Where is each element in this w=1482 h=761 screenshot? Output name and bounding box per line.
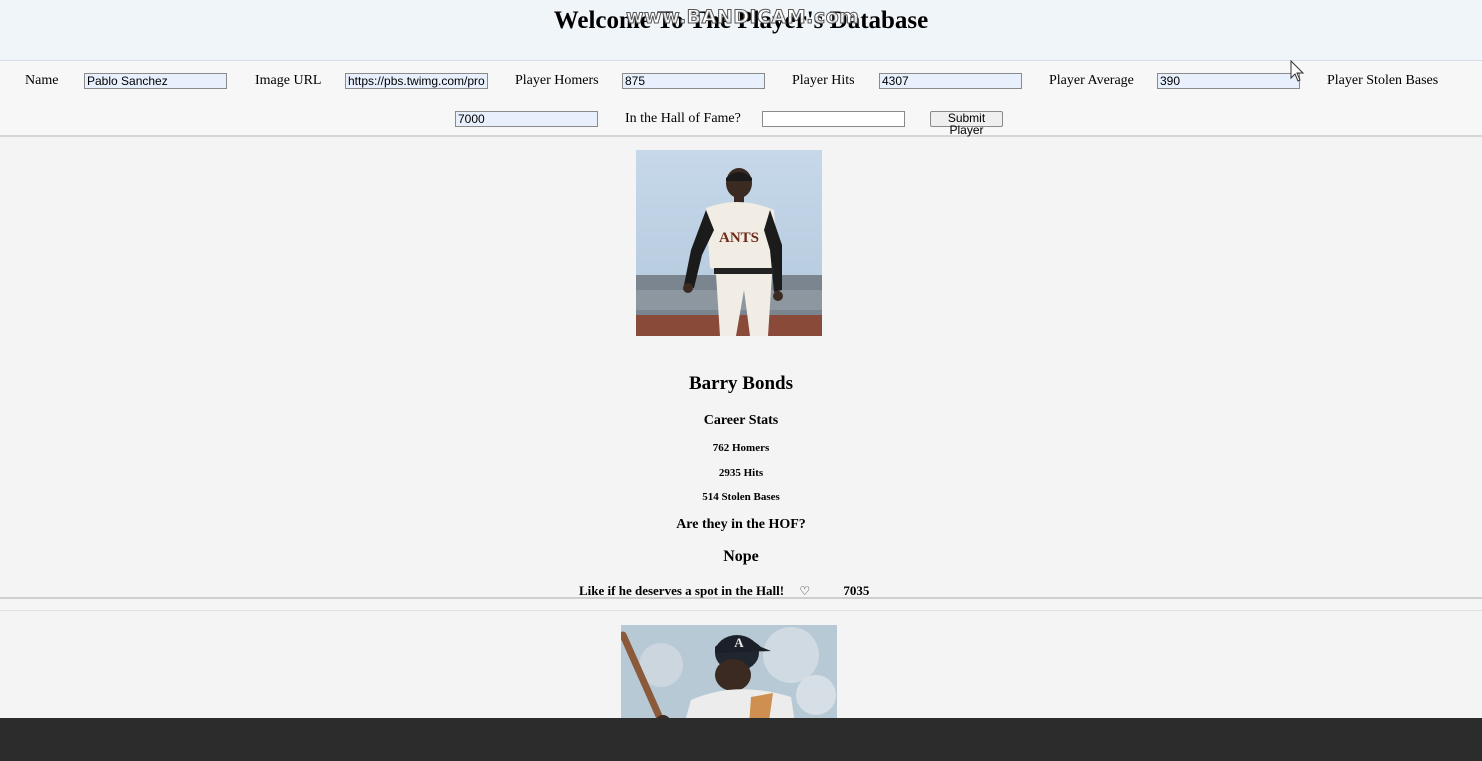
hof-label: In the Hall of Fame? [625,111,741,126]
name-input[interactable] [84,73,227,89]
mouse-cursor-icon [1290,60,1305,82]
svg-text:ANTS: ANTS [719,230,759,246]
average-input[interactable] [1157,73,1300,89]
homers-stat: 762 Homers [712,442,770,454]
player-card: ANTS Barry Bonds Career Stats 762 Homers… [0,137,1482,599]
player-name: Barry Bonds [689,373,793,394]
hof-input[interactable] [762,111,905,127]
page-header: Welcome To The Player's Database www.BAN… [0,0,1482,61]
submit-player-button[interactable]: Submit Player [930,111,1003,136]
add-player-form: Name Image URL Player Homers Player Hits… [0,61,1482,137]
player-photo: ANTS [636,150,822,336]
taskbar [0,718,1482,761]
career-stats-heading: Career Stats [703,413,779,428]
stolen-bases-label: Player Stolen Bases [1327,73,1439,88]
homers-input[interactable] [622,73,765,89]
heart-icon[interactable]: ♡ [799,584,810,598]
hits-input[interactable] [879,73,1022,89]
stolen-bases-input[interactable] [455,111,598,127]
like-row: Like if he deserves a spot in the Hall! … [579,583,869,599]
hof-answer: Nope [723,548,759,565]
like-count: 7035 [843,583,870,598]
image-url-label: Image URL [255,73,322,88]
homers-label: Player Homers [515,73,599,88]
svg-text:A: A [734,635,744,650]
name-label: Name [25,73,59,88]
average-label: Player Average [1049,73,1134,88]
hof-question: Are they in the HOF? [676,517,806,532]
hits-stat: 2935 Hits [718,467,764,479]
recording-watermark: www.BANDICAM.com [625,6,860,29]
image-url-input[interactable] [345,73,488,89]
hits-label: Player Hits [792,73,855,88]
like-text: Like if he deserves a spot in the Hall! [579,583,785,598]
stolen-bases-stat: 514 Stolen Bases [702,491,780,503]
